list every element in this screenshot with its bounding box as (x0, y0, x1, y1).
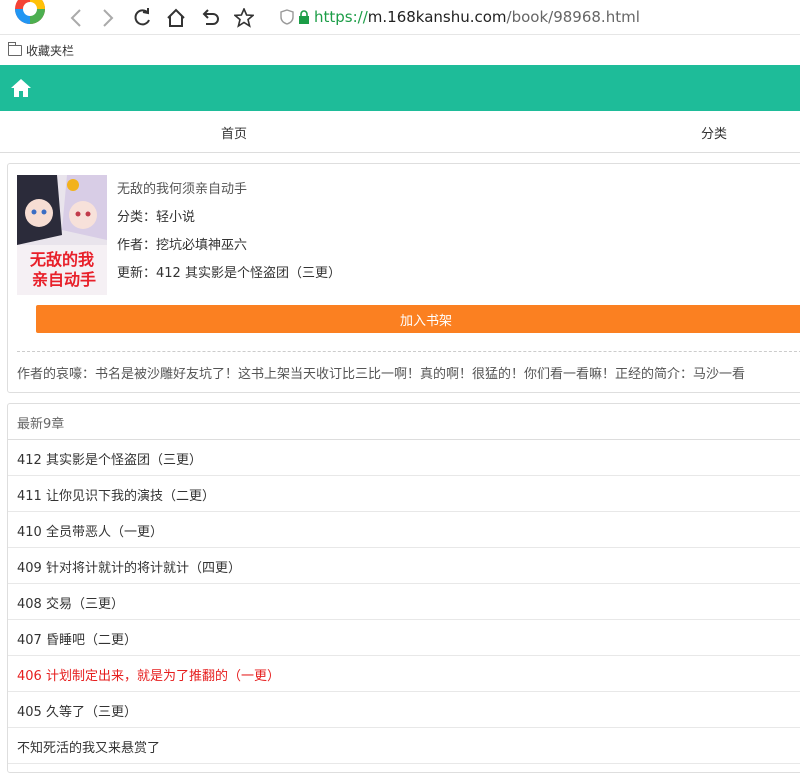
undo-icon (202, 9, 219, 25)
undo-button[interactable] (198, 6, 222, 30)
url-host: m.168kanshu.com (367, 8, 507, 26)
chapter-link[interactable]: 412 其实影是个怪盗团（三更） (8, 440, 800, 476)
chapter-link[interactable]: 407 昏睡吧（二更） (8, 620, 800, 656)
chapter-link[interactable]: 411 让你见识下我的演技（二更） (8, 476, 800, 512)
author-value[interactable]: 挖坑必填神巫六 (156, 238, 247, 253)
book-author: 作者：挖坑必填神巫六 (117, 234, 247, 253)
reload-icon (134, 8, 150, 26)
update-label: 更新： (117, 266, 157, 281)
chapter-link[interactable]: 不知死活的我又来悬赏了 (8, 728, 800, 764)
cover-title-line-1: 无敌的我 (29, 250, 94, 269)
update-value[interactable]: 412 其实影是个怪盗团（三更） (156, 266, 341, 281)
home-icon[interactable] (10, 77, 32, 99)
book-title: 无敌的我何须亲自动手 (117, 182, 248, 197)
home-outline-icon (167, 8, 185, 27)
bookmark-folder[interactable]: 收藏夹栏 (26, 42, 74, 59)
latest-chapters-heading: 最新9章 (8, 404, 800, 440)
browser-logo-icon (15, 0, 45, 24)
chapter-link[interactable]: 405 久等了（三更） (8, 692, 800, 728)
chapter-list: 412 其实影是个怪盗团（三更） 411 让你见识下我的演技（二更） 410 全员带… (8, 440, 800, 764)
book-cover[interactable]: 无敌的我 亲自动手 (17, 175, 107, 295)
address-bar[interactable]: https://m.168kanshu.com/book/98968.html (280, 4, 780, 30)
book-category: 分类：轻小说 (117, 206, 195, 225)
divider (17, 351, 800, 352)
site-nav: 首页 分类 (0, 111, 800, 153)
author-label: 作者： (117, 238, 157, 253)
folder-icon (8, 41, 22, 56)
site-header (0, 65, 800, 111)
favorite-button[interactable] (232, 6, 256, 30)
latest-chapters-panel: 最新9章 412 其实影是个怪盗团（三更） 411 让你见识下我的演技（二更） 41… (7, 403, 800, 773)
forward-arrow-icon (103, 9, 114, 27)
nav-category-link[interactable]: 分类 (701, 123, 727, 142)
category-value[interactable]: 轻小说 (156, 210, 195, 225)
chapter-link[interactable]: 409 针对将计就计的将计就计（四更） (8, 548, 800, 584)
back-arrow-icon (70, 9, 81, 27)
url-scheme: https:// (314, 8, 368, 26)
chapter-link[interactable]: 410 全员带恶人（一更） (8, 512, 800, 548)
star-icon (234, 8, 254, 28)
forward-button[interactable] (96, 6, 120, 30)
reload-button[interactable] (130, 6, 154, 30)
bookmarks-bar: 收藏夹栏 (0, 36, 800, 64)
url-path: /book/98968.html (506, 8, 640, 26)
chapter-link[interactable]: 406 计划制定出来，就是为了推翻的（一更） (8, 656, 800, 692)
browser-toolbar: https://m.168kanshu.com/book/98968.html (0, 0, 800, 35)
chapter-link[interactable]: 408 交易（三更） (8, 584, 800, 620)
book-update: 更新：412 其实影是个怪盗团（三更） (117, 262, 341, 281)
book-intro: 作者的哀嚎：书名是被沙雕好友坑了！这书上架当天收订比三比一啊！真的啊！很猛的！你… (17, 367, 746, 382)
add-to-shelf-button[interactable]: 加入书架 (36, 305, 800, 333)
lock-icon (299, 10, 309, 24)
book-info-panel: 无敌的我 亲自动手 无敌的我何须亲自动手 分类：轻小说 作者：挖坑必填神巫六 更… (7, 163, 800, 393)
shield-icon (280, 9, 294, 25)
category-label: 分类： (117, 210, 157, 225)
home-button[interactable] (164, 6, 188, 30)
cover-title-line-2: 亲自动手 (32, 270, 96, 289)
nav-home-link[interactable]: 首页 (221, 123, 247, 142)
back-button[interactable] (64, 6, 88, 30)
